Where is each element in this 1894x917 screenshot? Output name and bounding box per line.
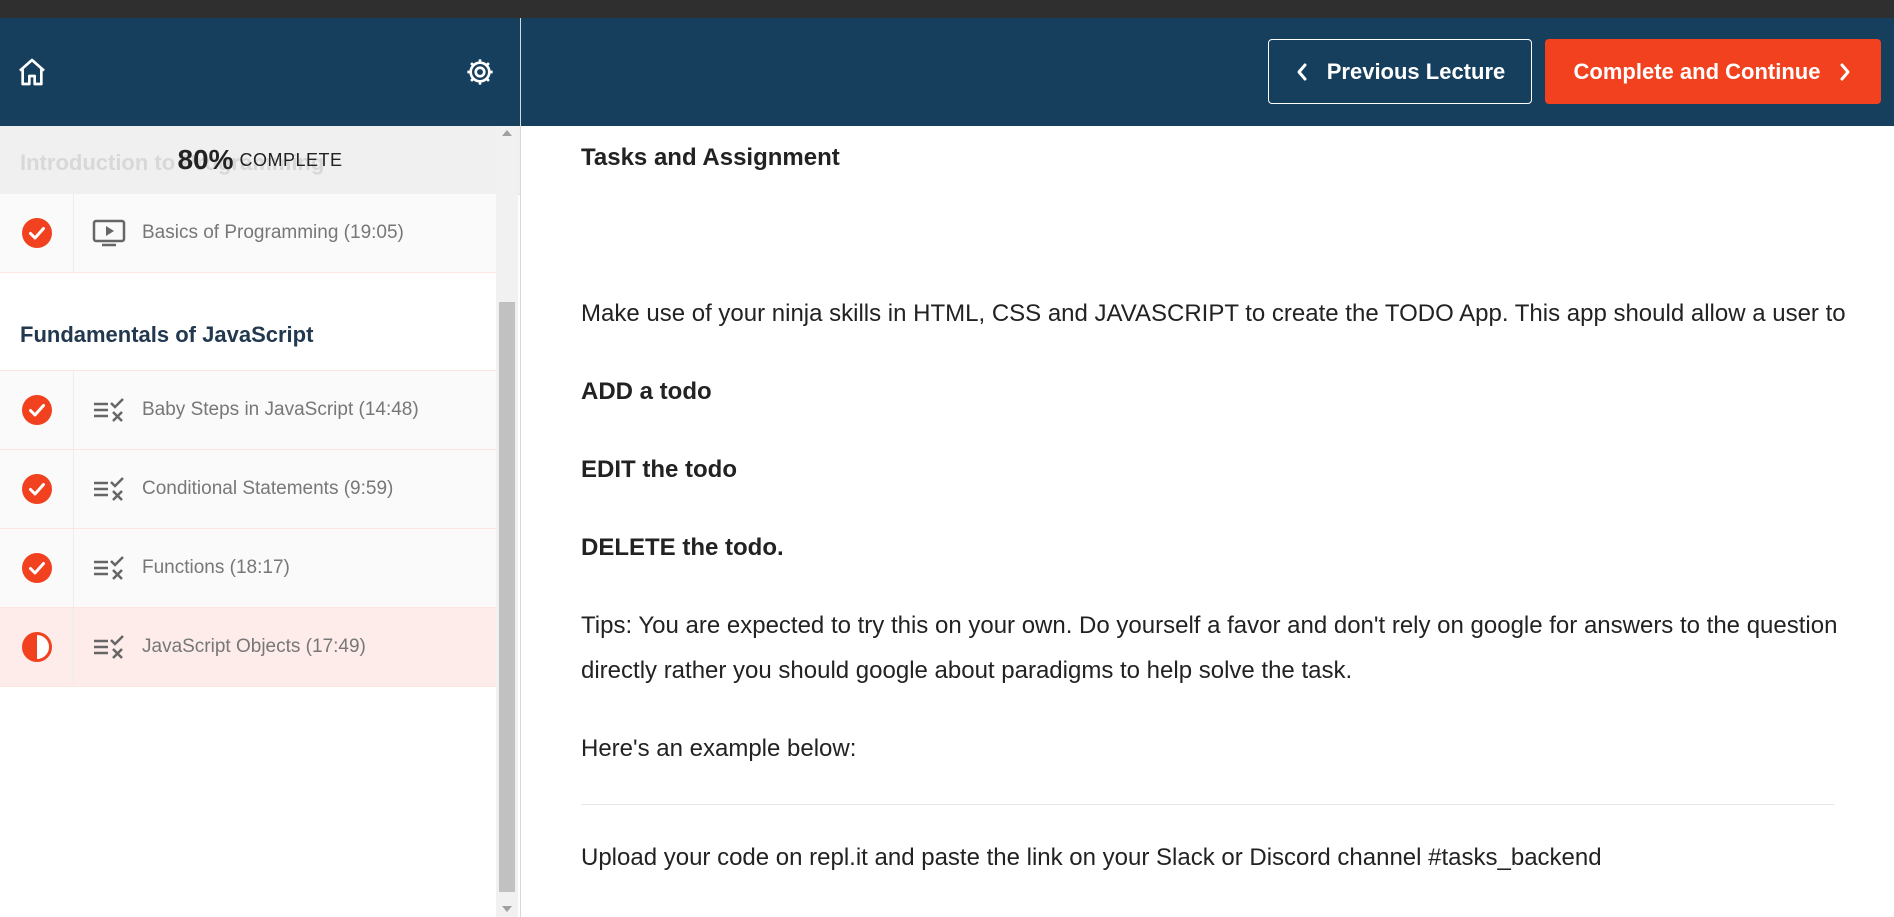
upload-text: Upload your code on repl.it and paste th… bbox=[581, 844, 1602, 871]
lecture-item[interactable]: Functions (18:17) bbox=[0, 529, 496, 608]
lecture-label: Functions (18:17) bbox=[142, 557, 290, 578]
half-circle-progress-icon bbox=[0, 608, 74, 686]
tips-text-line-2: directly rather you should google about … bbox=[581, 657, 1353, 684]
complete-and-continue-label: Complete and Continue bbox=[1573, 58, 1821, 84]
previous-lecture-label: Previous Lecture bbox=[1326, 58, 1506, 84]
chevron-left-icon bbox=[1297, 63, 1307, 80]
quiz-icon bbox=[92, 476, 132, 502]
lecture-list: Basics of Programming (19:05) Fundamenta… bbox=[0, 194, 496, 687]
sidebar-scrollbar[interactable] bbox=[496, 126, 518, 917]
scroll-thumb[interactable] bbox=[499, 302, 515, 892]
lecture-item[interactable]: Basics of Programming (19:05) bbox=[0, 194, 496, 273]
example-text: Here's an example below: bbox=[581, 735, 857, 762]
tips-text-line-1: Tips: You are expected to try this on yo… bbox=[581, 612, 1838, 639]
course-sidebar: Introduction to Programming 80% COMPLETE… bbox=[0, 18, 521, 917]
lecture-header: Previous Lecture Complete and Continue bbox=[521, 18, 1894, 126]
edit-text: EDIT the todo bbox=[581, 456, 737, 483]
gear-icon[interactable] bbox=[464, 56, 496, 88]
lecture-label: Baby Steps in JavaScript (14:48) bbox=[142, 399, 419, 420]
complete-check-icon bbox=[0, 371, 74, 449]
divider bbox=[581, 804, 1834, 805]
complete-check-icon bbox=[0, 450, 74, 528]
add-text: ADD a todo bbox=[581, 378, 712, 405]
section-title: Fundamentals of JavaScript bbox=[0, 273, 496, 371]
previous-lecture-button[interactable]: Previous Lecture bbox=[1268, 39, 1532, 104]
content-title: Tasks and Assignment bbox=[581, 144, 840, 171]
lecture-label: Conditional Statements (9:59) bbox=[142, 478, 394, 499]
progress-percent: 80% bbox=[177, 144, 234, 175]
browser-top-strip bbox=[0, 0, 1894, 18]
quiz-icon bbox=[92, 555, 132, 581]
delete-text: DELETE the todo. bbox=[581, 534, 784, 561]
complete-check-icon bbox=[0, 529, 74, 607]
lecture-item[interactable]: Baby Steps in JavaScript (14:48) bbox=[0, 371, 496, 450]
scroll-down-arrow-icon[interactable] bbox=[502, 906, 512, 912]
lecture-label: JavaScript Objects (17:49) bbox=[142, 636, 366, 657]
complete-check-icon bbox=[0, 194, 74, 272]
lecture-label: Basics of Programming (19:05) bbox=[142, 222, 404, 243]
progress-label: COMPLETE bbox=[239, 149, 343, 170]
chevron-right-icon bbox=[1840, 63, 1850, 80]
video-icon bbox=[92, 219, 132, 247]
quiz-icon bbox=[92, 397, 132, 423]
intro-text: Make use of your ninja skills in HTML, C… bbox=[581, 300, 1846, 327]
lecture-item[interactable]: Conditional Statements (9:59) bbox=[0, 450, 496, 529]
sidebar-header bbox=[0, 18, 520, 126]
scroll-up-arrow-icon[interactable] bbox=[502, 130, 512, 136]
complete-and-continue-button[interactable]: Complete and Continue bbox=[1545, 39, 1881, 104]
lecture-item-active[interactable]: JavaScript Objects (17:49) bbox=[0, 608, 496, 687]
home-icon[interactable] bbox=[16, 56, 48, 88]
course-progress: Introduction to Programming 80% COMPLETE bbox=[0, 126, 520, 195]
quiz-icon bbox=[92, 634, 132, 660]
